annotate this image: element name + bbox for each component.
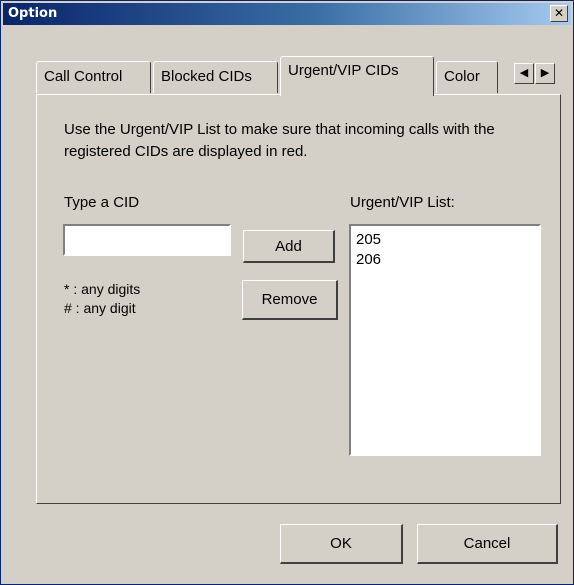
cid-label: Type a CID	[64, 194, 140, 211]
description-text: Use the Urgent/VIP List to make sure tha…	[64, 121, 495, 160]
cancel-button[interactable]: Cancel	[417, 524, 558, 564]
close-button[interactable]: ✕	[550, 5, 568, 22]
add-button[interactable]: Add	[243, 230, 335, 263]
ok-button[interactable]: OK	[280, 524, 403, 564]
arrow-right-icon: ▶	[540, 67, 550, 79]
tab-urgent-vip-cids[interactable]: Urgent/VIP CIDs	[280, 56, 434, 96]
tab-scroll-right-button[interactable]: ▶	[535, 63, 555, 84]
close-icon: ✕	[553, 6, 565, 20]
hint-any-digits: * : any digits	[64, 281, 141, 297]
tab-label: Color	[444, 68, 480, 85]
list-item[interactable]: 206	[356, 250, 534, 270]
tab-blocked-cids[interactable]: Blocked CIDs	[153, 61, 278, 93]
tab-label: Blocked CIDs	[161, 68, 252, 85]
option-dialog: Option ✕ Call Control Blocked CIDs Urgen…	[0, 0, 574, 585]
tab-call-control[interactable]: Call Control	[36, 61, 151, 93]
remove-button[interactable]: Remove	[242, 280, 338, 320]
title-bar[interactable]: Option ✕	[3, 3, 571, 25]
window-title: Option	[8, 6, 58, 21]
hint-any-digit: # : any digit	[64, 300, 136, 316]
tab-scroll-left-button[interactable]: ◀	[514, 63, 534, 84]
tab-color[interactable]: Color	[436, 61, 498, 93]
vip-list-label: Urgent/VIP List:	[350, 194, 455, 211]
arrow-left-icon: ◀	[519, 67, 529, 79]
cid-input[interactable]	[63, 224, 231, 256]
tab-label: Call Control	[44, 68, 123, 85]
vip-listbox[interactable]: 205 206	[349, 224, 541, 456]
tab-label: Urgent/VIP CIDs	[288, 62, 399, 79]
list-item[interactable]: 205	[356, 230, 534, 250]
